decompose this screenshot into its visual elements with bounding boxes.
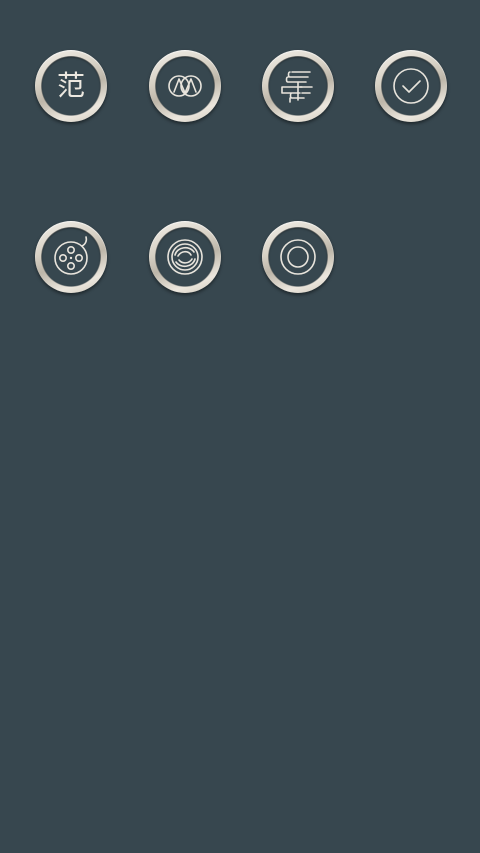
stacked-lines-logo-icon (281, 71, 313, 103)
app-icon-stacked-lines[interactable] (262, 50, 334, 122)
overlapping-circles-icon (168, 75, 202, 97)
interlocking-s-logo-icon (167, 239, 203, 275)
app-icon-interlock[interactable] (149, 221, 221, 293)
check-circle-icon (393, 68, 429, 104)
home-screen-grid: 范 (0, 0, 480, 853)
app-icon-target[interactable] (262, 221, 334, 293)
concentric-circles-icon (280, 239, 316, 275)
app-icon-fan[interactable]: 范 (35, 50, 107, 122)
film-reel-icon (54, 236, 88, 275)
fan-character-icon: 范 (56, 69, 85, 102)
app-icon-reel[interactable] (35, 221, 107, 293)
app-icon-circles[interactable] (149, 50, 221, 122)
app-icon-check[interactable] (375, 50, 447, 122)
